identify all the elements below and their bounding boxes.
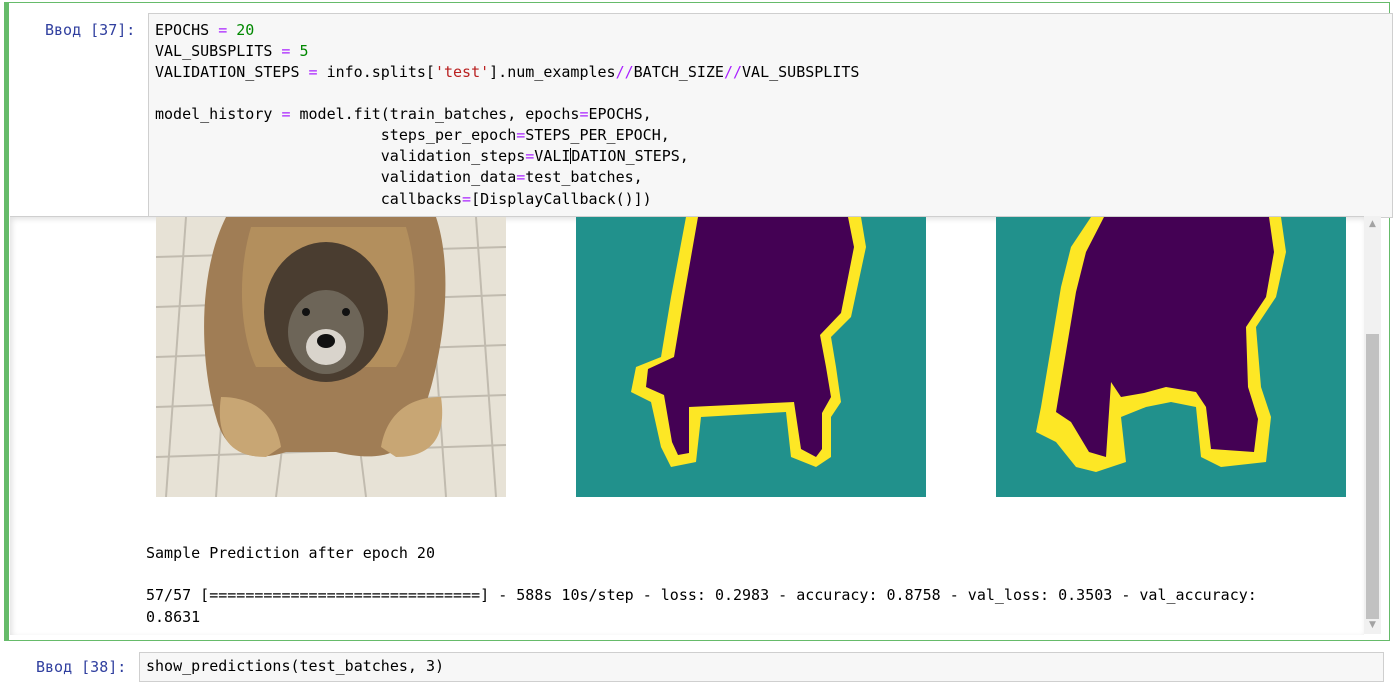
code-line-5: model_history = model.fit(train_batches,… bbox=[155, 105, 652, 123]
code-editor[interactable]: EPOCHS = 20 VAL_SUBSPLITS = 5 VALIDATION… bbox=[148, 13, 1393, 218]
training-progress-line: 57/57 [==============================] -… bbox=[146, 586, 1257, 604]
code-line-6: steps_per_epoch=STEPS_PER_EPOCH, bbox=[155, 126, 670, 144]
true-mask-image bbox=[576, 217, 926, 497]
code-line-1: EPOCHS = 20 bbox=[155, 21, 255, 39]
code-line-3: VALIDATION_STEPS = info.splits['test'].n… bbox=[155, 63, 860, 81]
predicted-mask-image bbox=[996, 217, 1346, 497]
input-image bbox=[156, 217, 506, 497]
scroll-down-arrow-icon[interactable]: ▼ bbox=[1364, 617, 1381, 634]
training-progress-line-2: 0.8631 bbox=[146, 608, 201, 626]
output-scrollbar[interactable]: ▲ ▼ bbox=[1364, 216, 1381, 634]
cell-prompt: Ввод [37]: bbox=[45, 21, 136, 39]
next-cell-prompt: Ввод [38]: bbox=[36, 658, 127, 676]
output-area[interactable]: Sample Prediction after epoch 20 57/57 [… bbox=[10, 216, 1364, 635]
next-code-cell[interactable]: Ввод [38]: show_predictions(test_batches… bbox=[4, 650, 1390, 682]
code-line-8: validation_data=test_batches, bbox=[155, 168, 643, 186]
scroll-up-arrow-icon[interactable]: ▲ bbox=[1364, 216, 1381, 233]
code-line-2: VAL_SUBSPLITS = 5 bbox=[155, 42, 309, 60]
scrollbar-thumb[interactable] bbox=[1366, 334, 1379, 619]
next-code-editor[interactable]: show_predictions(test_batches, 3) bbox=[139, 652, 1384, 682]
sample-prediction-text: Sample Prediction after epoch 20 bbox=[146, 544, 435, 562]
code-line-9: callbacks=[DisplayCallback()]) bbox=[155, 190, 652, 208]
code-line-7: validation_steps=VALIDATION_STEPS, bbox=[155, 147, 689, 165]
next-code-line: show_predictions(test_batches, 3) bbox=[146, 657, 445, 675]
